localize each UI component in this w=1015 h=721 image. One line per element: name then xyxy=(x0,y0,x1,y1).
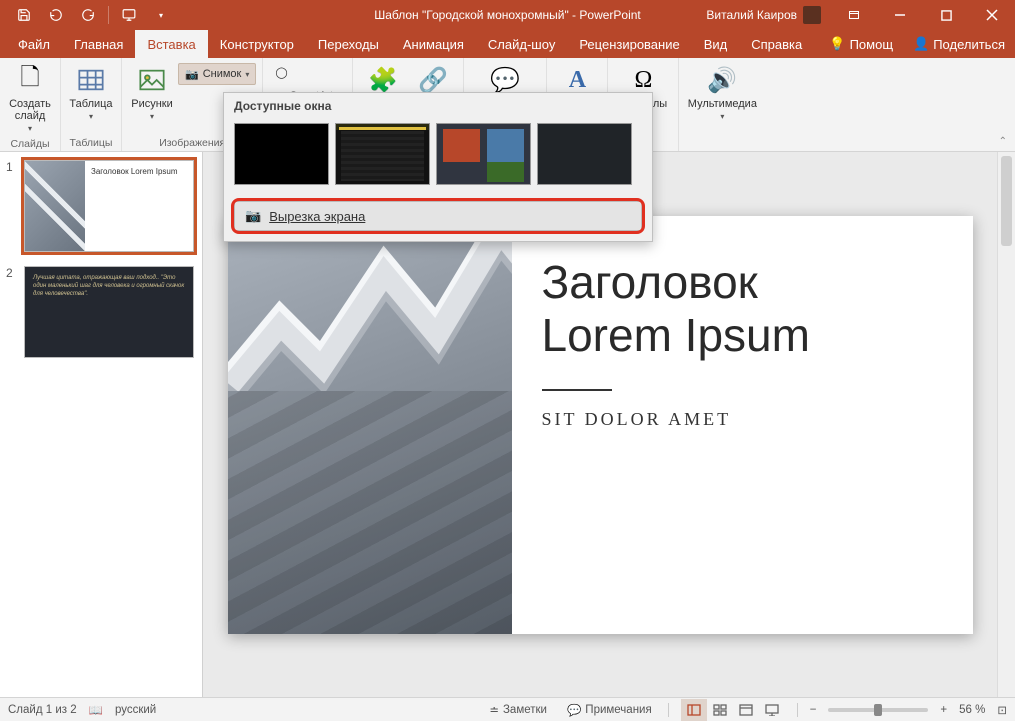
tab-help[interactable]: Справка xyxy=(739,30,814,58)
window-thumb-4[interactable] xyxy=(537,123,632,185)
media-button[interactable]: 🔊 Мультимедиа ▾ xyxy=(685,61,759,124)
tab-slideshow[interactable]: Слайд-шоу xyxy=(476,30,567,58)
tab-review[interactable]: Рецензирование xyxy=(567,30,691,58)
slide-thumbnails-panel: 1 Заголовок Lorem Ipsum 2 Лучшая цитата,… xyxy=(0,152,203,697)
status-bar: Слайд 1 из 2 📖 русский ≐Заметки 💬Примеча… xyxy=(0,697,1015,721)
slide-counter[interactable]: Слайд 1 из 2 xyxy=(8,704,77,716)
qat-customize-button[interactable]: ▾ xyxy=(147,2,175,28)
comments-button[interactable]: 💬Примечания xyxy=(563,698,656,721)
tab-view[interactable]: Вид xyxy=(692,30,740,58)
available-windows xyxy=(224,119,652,195)
close-button[interactable] xyxy=(969,0,1015,30)
window-thumb-3[interactable] xyxy=(436,123,531,185)
quick-access-toolbar: ▾ xyxy=(0,2,175,28)
slide-image xyxy=(228,216,512,634)
camera-icon: 📷 xyxy=(185,68,199,81)
picture-icon xyxy=(136,64,168,96)
divider xyxy=(542,389,612,391)
clip-icon: 📷 xyxy=(245,208,261,224)
table-icon xyxy=(75,64,107,96)
slide: Заголовок Lorem Ipsum SIT DOLOR AMET xyxy=(228,216,973,634)
group-media: 🔊 Мультимедиа ▾ xyxy=(679,58,765,151)
reading-view-button[interactable] xyxy=(733,699,759,721)
collapse-ribbon-button[interactable]: ⌃ xyxy=(999,136,1007,147)
group-tables: Таблица ▾ Таблицы xyxy=(61,58,122,151)
undo-button[interactable] xyxy=(42,2,70,28)
user-name: Виталий Каиров xyxy=(706,8,797,22)
screen-clipping-button[interactable]: 📷 Вырезка экрана xyxy=(234,201,642,231)
window-thumb-2[interactable] xyxy=(335,123,430,185)
save-button[interactable] xyxy=(10,2,38,28)
minimize-button[interactable] xyxy=(877,0,923,30)
ribbon-display-button[interactable] xyxy=(831,0,877,30)
language-button[interactable]: русский xyxy=(115,704,156,716)
tell-me-input[interactable]: 💡Помощ xyxy=(819,30,903,58)
ribbon-tabs: Файл Главная Вставка Конструктор Переход… xyxy=(0,30,1015,58)
slide-subtitle[interactable]: SIT DOLOR AMET xyxy=(542,409,943,430)
tab-insert[interactable]: Вставка xyxy=(135,30,207,58)
fit-to-window-button[interactable]: ⊡ xyxy=(997,703,1007,717)
dropdown-header: Доступные окна xyxy=(224,93,652,119)
comments-icon: 💬 xyxy=(567,703,581,717)
spell-check-icon[interactable]: 📖 xyxy=(89,703,103,717)
shapes-icon: ◯ xyxy=(275,66,287,79)
notes-button[interactable]: ≐Заметки xyxy=(485,698,551,721)
table-button[interactable]: Таблица ▾ xyxy=(67,61,115,124)
slide-thumb-2[interactable]: Лучшая цитата, отражающая ваш подход.. "… xyxy=(24,266,194,358)
thumb-number: 2 xyxy=(6,266,18,358)
tab-file[interactable]: Файл xyxy=(6,30,62,58)
tab-animations[interactable]: Анимация xyxy=(391,30,476,58)
zoom-in-button[interactable]: + xyxy=(940,704,947,716)
maximize-button[interactable] xyxy=(923,0,969,30)
thumb-number: 1 xyxy=(6,160,18,252)
share-icon: 👤 xyxy=(913,36,929,52)
zoom-out-button[interactable]: − xyxy=(810,704,817,716)
normal-view-button[interactable] xyxy=(681,699,707,721)
avatar xyxy=(803,6,821,24)
new-slide-icon: 🗋 xyxy=(14,64,46,96)
sorter-view-button[interactable] xyxy=(707,699,733,721)
slide-text-area[interactable]: Заголовок Lorem Ipsum SIT DOLOR AMET xyxy=(512,216,973,634)
vertical-scrollbar[interactable] xyxy=(997,152,1015,697)
window-thumb-1[interactable] xyxy=(234,123,329,185)
tab-design[interactable]: Конструктор xyxy=(208,30,306,58)
slide-thumb-1[interactable]: Заголовок Lorem Ipsum xyxy=(24,160,194,252)
notes-icon: ≐ xyxy=(489,703,499,717)
title-bar: ▾ Шаблон "Городской монохромный" - Power… xyxy=(0,0,1015,30)
lightbulb-icon: 💡 xyxy=(829,36,845,52)
tab-home[interactable]: Главная xyxy=(62,30,135,58)
slide-title[interactable]: Заголовок Lorem Ipsum xyxy=(542,256,943,364)
zoom-level[interactable]: 56 % xyxy=(959,704,985,716)
screenshot-dropdown: Доступные окна 📷 Вырезка экрана xyxy=(223,92,653,242)
tab-transitions[interactable]: Переходы xyxy=(306,30,391,58)
start-from-beginning-button[interactable] xyxy=(115,2,143,28)
window-title: Шаблон "Городской монохромный" - PowerPo… xyxy=(374,8,641,22)
shapes-button[interactable]: ◯ xyxy=(269,61,346,83)
pictures-button[interactable]: Рисунки ▾ xyxy=(128,61,176,124)
new-slide-button[interactable]: 🗋 Создать слайд ▾ xyxy=(6,61,54,136)
redo-button[interactable] xyxy=(74,2,102,28)
screenshot-button[interactable]: 📷 Снимок ▾ xyxy=(178,63,256,85)
slideshow-view-button[interactable] xyxy=(759,699,785,721)
ribbon: 🗋 Создать слайд ▾ Слайды Таблица ▾ Табли… xyxy=(0,58,1015,152)
speaker-icon: 🔊 xyxy=(706,64,738,96)
user-account[interactable]: Виталий Каиров xyxy=(696,6,831,24)
view-buttons xyxy=(681,699,785,721)
group-slides: 🗋 Создать слайд ▾ Слайды xyxy=(0,58,61,151)
share-button[interactable]: 👤Поделиться xyxy=(903,30,1015,58)
zoom-slider[interactable] xyxy=(828,708,928,712)
